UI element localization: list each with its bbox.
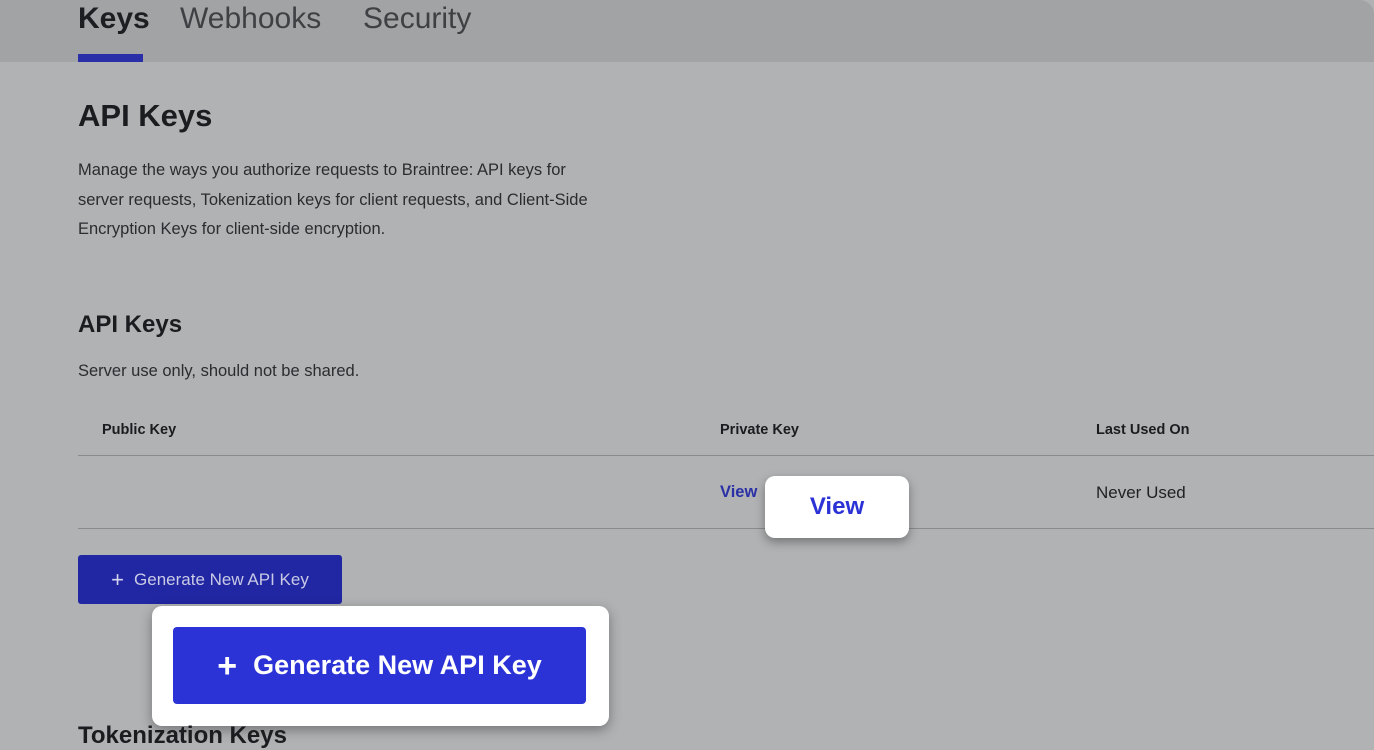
- tab-webhooks[interactable]: Webhooks: [180, 2, 321, 36]
- plus-icon: +: [217, 646, 238, 685]
- tab-bar: Keys Webhooks Security: [0, 0, 1374, 62]
- view-callout-label: View: [809, 493, 865, 520]
- page-title: API Keys: [78, 98, 213, 133]
- column-header-public-key[interactable]: Public Key: [102, 422, 176, 438]
- private-key-view-link[interactable]: View: [720, 483, 757, 502]
- table-row-divider: [78, 528, 1374, 529]
- page-description-line: Manage the ways you authorize requests t…: [78, 161, 566, 179]
- last-used-value: Never Used: [1096, 483, 1186, 502]
- tokenization-keys-section-title: Tokenization Keys: [78, 722, 287, 749]
- page-description: Manage the ways you authorize requests t…: [78, 156, 638, 245]
- table-header-divider: [78, 455, 1374, 456]
- api-keys-section-title: API Keys: [78, 311, 183, 338]
- tab-security[interactable]: Security: [363, 2, 471, 36]
- column-header-last-used-on[interactable]: Last Used On: [1096, 422, 1189, 438]
- generate-new-api-key-callout-button[interactable]: + Generate New API Key: [173, 627, 586, 704]
- column-header-private-key[interactable]: Private Key: [720, 422, 799, 438]
- api-keys-section-subtitle: Server use only, should not be shared.: [78, 362, 360, 380]
- page-description-line: server requests, Tokenization keys for c…: [78, 190, 588, 209]
- generate-button-label: Generate New API Key: [134, 569, 309, 589]
- view-link-callout[interactable]: View: [765, 476, 909, 538]
- page-description-line: Encryption Keys for client-side encrypti…: [78, 220, 386, 238]
- page-frame: Keys Webhooks Security API Keys Manage t…: [0, 0, 1374, 750]
- generate-callout-label: Generate New API Key: [253, 650, 542, 680]
- tab-keys[interactable]: Keys: [78, 2, 150, 36]
- generate-button-callout: + Generate New API Key: [152, 606, 609, 726]
- active-tab-indicator: [78, 54, 143, 62]
- plus-icon: +: [111, 566, 125, 592]
- generate-new-api-key-button[interactable]: + Generate New API Key: [78, 555, 342, 604]
